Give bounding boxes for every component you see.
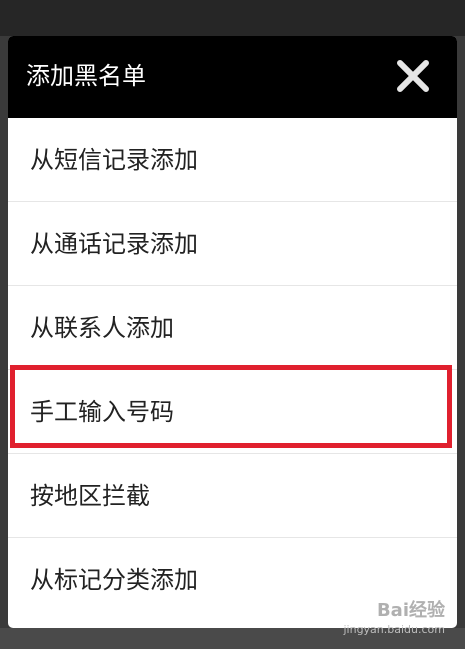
screen: 添加黑名单 从短信记录添加 从通话记录添加 从联系人添加 手工输入号码 按地区拦… — [0, 0, 465, 649]
menu-item-manual-input[interactable]: 手工输入号码 — [8, 370, 457, 454]
menu-item-label: 从短信记录添加 — [30, 146, 198, 174]
menu-item-label: 从联系人添加 — [30, 314, 174, 342]
menu-item-label: 从标记分类添加 — [30, 566, 198, 594]
close-button[interactable] — [395, 58, 431, 94]
close-icon — [397, 60, 429, 92]
backdrop — [0, 0, 465, 36]
backdrop-bottom — [0, 628, 465, 649]
menu-item-label: 从通话记录添加 — [30, 230, 198, 258]
menu-item-add-from-call-log[interactable]: 从通话记录添加 — [8, 202, 457, 286]
dialog-header: 添加黑名单 — [8, 36, 457, 118]
menu-item-add-from-contacts[interactable]: 从联系人添加 — [8, 286, 457, 370]
menu-item-block-by-region[interactable]: 按地区拦截 — [8, 454, 457, 538]
menu-item-add-from-sms[interactable]: 从短信记录添加 — [8, 118, 457, 202]
dialog-title: 添加黑名单 — [26, 62, 146, 90]
menu-list: 从短信记录添加 从通话记录添加 从联系人添加 手工输入号码 按地区拦截 从标记分… — [8, 118, 457, 622]
menu-item-label: 按地区拦截 — [30, 482, 150, 510]
menu-item-label: 手工输入号码 — [30, 398, 174, 426]
blacklist-dialog: 添加黑名单 从短信记录添加 从通话记录添加 从联系人添加 手工输入号码 按地区拦… — [8, 36, 457, 628]
menu-item-add-from-tag-category[interactable]: 从标记分类添加 — [8, 538, 457, 622]
